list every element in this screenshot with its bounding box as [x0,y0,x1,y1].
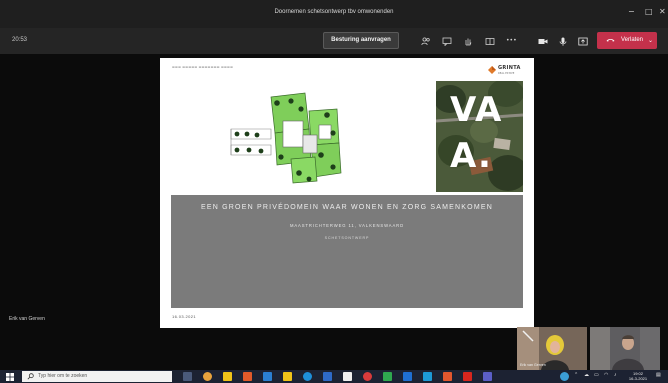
share-screen-icon[interactable] [578,37,588,46]
title-bar: Doornemen schetsontwerp tbv omwonenden −… [0,0,668,28]
meeting-toolbar: 20:53 Besturing aanvragen ••• Verlaten ⌄ [0,28,668,54]
app-icon-green[interactable] [383,372,392,381]
onedrive-icon[interactable]: ☁ [584,372,589,378]
powerpoint-icon[interactable] [443,372,452,381]
aerial-photo: VA A. [436,81,523,192]
rooms-icon[interactable] [485,37,495,46]
wifi-icon[interactable]: ◠ [604,372,608,378]
file-explorer-icon[interactable] [223,372,232,381]
battery-icon[interactable]: ▭ [594,372,599,378]
task-view-icon[interactable] [183,372,192,381]
volume-icon[interactable]: ♪ [614,372,617,378]
participants-icon[interactable] [421,37,431,46]
presenter-name: Erik van Gerven [9,316,45,322]
more-actions-button[interactable]: ••• [506,37,517,44]
minimize-button[interactable]: − [628,7,635,16]
participant-video-1[interactable]: Erik van Gerven [517,327,587,370]
teams-icon[interactable] [483,372,492,381]
close-button[interactable]: ✕ [659,7,666,16]
grinta-logo: GRINTA REAL ESTATE [488,64,528,78]
brand-subtitle: REAL ESTATE [498,72,515,75]
phone-hangup-icon [606,38,615,42]
site-plan-drawing [171,81,436,192]
participant-video-2[interactable] [590,327,660,370]
chevron-down-icon[interactable]: ⌄ [648,33,653,50]
tray-chevron-icon[interactable]: ⌃ [574,372,578,378]
app-icon-white[interactable] [343,372,352,381]
diamond-logo-icon [488,66,496,74]
camera-icon[interactable] [538,37,548,46]
app-icon-yellow[interactable] [283,372,292,381]
app-icon-red[interactable] [363,372,372,381]
notifications-icon[interactable]: ▤ [656,372,661,378]
slide-heading: EEN GROEN PRIVÉDOMEIN WAAR WONEN EN ZORG… [201,204,493,211]
taskbar-search-box[interactable]: Typ hier om te zoeken [22,371,172,382]
windows-start-icon[interactable] [6,373,14,381]
raise-hand-icon[interactable] [463,37,473,46]
chat-icon[interactable] [442,37,452,46]
slide-header-text: ▬▬▬ ▬▬▬▬▬ ▬▬▬▬▬▬▬ ▬▬▬▬ [172,65,234,69]
pdf-icon[interactable] [463,372,472,381]
outlook-icon[interactable] [323,372,332,381]
app-icon-lightblue[interactable] [423,372,432,381]
brand-name: GRINTA [498,65,521,71]
participant-name: Erik van Gerven [520,363,546,367]
search-icon [27,373,34,380]
chrome-icon[interactable] [203,372,212,381]
edge-icon[interactable] [303,372,312,381]
request-control-button[interactable]: Besturing aanvragen [323,32,399,49]
slide-address: MAASTRICHTERWEG 11, VALKENSWAARD [289,223,405,228]
slide-subtitle: SCHETSONTWERP [324,236,370,240]
leave-button[interactable]: Verlaten ⌄ [597,32,657,49]
aerial-text-line2: A. [450,136,492,176]
maximize-button[interactable]: □ [645,7,653,16]
teams-meeting-window: Doornemen schetsontwerp tbv omwonenden −… [0,0,668,383]
app-icon-blue[interactable] [263,372,272,381]
tray-app-icon[interactable] [560,372,569,381]
word-icon[interactable] [403,372,412,381]
participant-video-frame-2 [590,327,660,370]
microphone-icon[interactable] [558,37,568,46]
title-banner: EEN GROEN PRIVÉDOMEIN WAAR WONEN EN ZORG… [171,195,523,308]
clock-date: 16-3-2021 [628,376,648,381]
app-icon-orange[interactable] [243,372,252,381]
leave-label: Verlaten [621,37,644,43]
taskbar-clock[interactable]: 19:02 16-3-2021 [624,371,652,381]
meeting-timer: 20:53 [12,37,28,43]
window-title: Doornemen schetsontwerp tbv omwonenden [274,9,394,15]
taskbar-search-placeholder: Typ hier om te zoeken [38,373,88,379]
shared-slide: ▬▬▬ ▬▬▬▬▬ ▬▬▬▬▬▬▬ ▬▬▬▬ GRINTA REAL ESTAT… [160,58,534,328]
slide-date: 16.03.2021 [172,314,197,319]
windows-taskbar: Typ hier om te zoeken ⌃ ☁ ▭ ◠ ♪ 19:02 16… [0,370,668,383]
aerial-text-line1: VA [450,90,503,130]
